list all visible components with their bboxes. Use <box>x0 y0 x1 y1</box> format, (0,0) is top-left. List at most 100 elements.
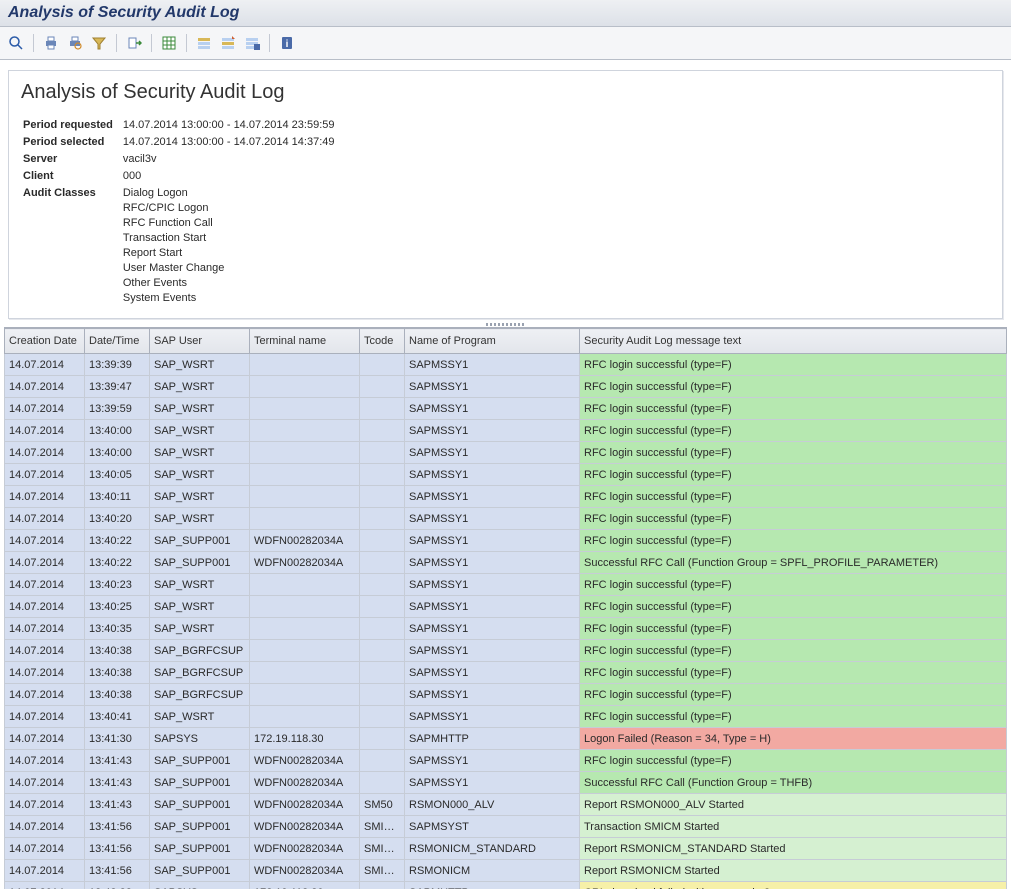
cell-program: SAPMSSY1 <box>405 486 580 508</box>
table-row[interactable]: 14.07.201413:40:00SAP_WSRTSAPMSSY1RFC lo… <box>5 442 1007 464</box>
cell-tcode <box>360 464 405 486</box>
cell-date: 14.07.2014 <box>5 684 85 706</box>
cell-message: RFC login successful (type=F) <box>580 486 1007 508</box>
cell-terminal <box>250 596 360 618</box>
info-icon[interactable]: i <box>277 33 297 53</box>
table-row[interactable]: 14.07.201413:40:23SAP_WSRTSAPMSSY1RFC lo… <box>5 574 1007 596</box>
svg-text:i: i <box>286 39 289 50</box>
audit-class-item: Transaction Start <box>123 231 335 246</box>
cell-date: 14.07.2014 <box>5 442 85 464</box>
table-row[interactable]: 14.07.201413:41:56SAP_SUPP001WDFN0028203… <box>5 838 1007 860</box>
cell-terminal <box>250 464 360 486</box>
cell-message: RFC login successful (type=F) <box>580 750 1007 772</box>
table-row[interactable]: 14.07.201413:40:00SAP_WSRTSAPMSSY1RFC lo… <box>5 420 1007 442</box>
col-message[interactable]: Security Audit Log message text <box>580 329 1007 354</box>
cell-program: SAPMSSY1 <box>405 684 580 706</box>
table-row[interactable]: 14.07.201413:40:22SAP_SUPP001WDFN0028203… <box>5 552 1007 574</box>
cell-date: 14.07.2014 <box>5 552 85 574</box>
search-icon[interactable] <box>6 33 26 53</box>
table-row[interactable]: 14.07.201413:42:22SAPSYS172.19.118.30SAP… <box>5 882 1007 889</box>
table-row[interactable]: 14.07.201413:41:56SAP_SUPP001WDFN0028203… <box>5 860 1007 882</box>
cell-terminal: WDFN00282034A <box>250 750 360 772</box>
table-row[interactable]: 14.07.201413:40:41SAP_WSRTSAPMSSY1RFC lo… <box>5 706 1007 728</box>
cell-date: 14.07.2014 <box>5 464 85 486</box>
cell-tcode: SM50 <box>360 794 405 816</box>
cell-tcode <box>360 376 405 398</box>
cell-date: 14.07.2014 <box>5 398 85 420</box>
cell-time: 13:41:56 <box>85 838 150 860</box>
cell-program: SAPMSSY1 <box>405 354 580 376</box>
table-row[interactable]: 14.07.201413:39:39SAP_WSRTSAPMSSY1RFC lo… <box>5 354 1007 376</box>
table-row[interactable]: 14.07.201413:40:38SAP_BGRFCSUPSAPMSSY1RF… <box>5 662 1007 684</box>
cell-program: SAPMSSY1 <box>405 442 580 464</box>
table-row[interactable]: 14.07.201413:41:56SAP_SUPP001WDFN0028203… <box>5 816 1007 838</box>
server-value: vacil3v <box>123 152 343 167</box>
table-row[interactable]: 14.07.201413:40:38SAP_BGRFCSUPSAPMSSY1RF… <box>5 640 1007 662</box>
table-row[interactable]: 14.07.201413:40:11SAP_WSRTSAPMSSY1RFC lo… <box>5 486 1007 508</box>
col-terminal[interactable]: Terminal name <box>250 329 360 354</box>
cell-tcode <box>360 420 405 442</box>
cell-message: RFC login successful (type=F) <box>580 618 1007 640</box>
toolbar-separator <box>116 34 117 52</box>
table-row[interactable]: 14.07.201413:40:22SAP_SUPP001WDFN0028203… <box>5 530 1007 552</box>
cell-message: Transaction SMICM Started <box>580 816 1007 838</box>
col-tcode[interactable]: Tcode <box>360 329 405 354</box>
toolbar: i <box>0 27 1011 60</box>
cell-message: RFC login successful (type=F) <box>580 508 1007 530</box>
cell-time: 13:40:22 <box>85 552 150 574</box>
grid-header-row: Creation Date Date/Time SAP User Termina… <box>5 329 1007 354</box>
cell-date: 14.07.2014 <box>5 860 85 882</box>
table-row[interactable]: 14.07.201413:41:30SAPSYS172.19.118.30SAP… <box>5 728 1007 750</box>
cell-date: 14.07.2014 <box>5 750 85 772</box>
table-row[interactable]: 14.07.201413:41:43SAP_SUPP001WDFN0028203… <box>5 794 1007 816</box>
table-row[interactable]: 14.07.201413:39:59SAP_WSRTSAPMSSY1RFC lo… <box>5 398 1007 420</box>
layout-save-icon[interactable] <box>242 33 262 53</box>
cell-message: RFC login successful (type=F) <box>580 684 1007 706</box>
cell-program: SAPMSSY1 <box>405 640 580 662</box>
cell-program: SAPMSSY1 <box>405 552 580 574</box>
layout-change-icon[interactable] <box>218 33 238 53</box>
table-row[interactable]: 14.07.201413:41:43SAP_SUPP001WDFN0028203… <box>5 750 1007 772</box>
filter-icon[interactable] <box>89 33 109 53</box>
cell-time: 13:40:00 <box>85 442 150 464</box>
table-row[interactable]: 14.07.201413:40:20SAP_WSRTSAPMSSY1RFC lo… <box>5 508 1007 530</box>
period-requested-value: 14.07.2014 13:00:00 - 14.07.2014 23:59:5… <box>123 118 343 133</box>
table-row[interactable]: 14.07.201413:40:38SAP_BGRFCSUPSAPMSSY1RF… <box>5 684 1007 706</box>
col-creation-date[interactable]: Creation Date <box>5 329 85 354</box>
cell-tcode <box>360 552 405 574</box>
report-meta: Period requested 14.07.2014 13:00:00 - 1… <box>21 116 345 308</box>
cell-terminal: WDFN00282034A <box>250 794 360 816</box>
cell-time: 13:41:43 <box>85 794 150 816</box>
cell-time: 13:40:22 <box>85 530 150 552</box>
cell-terminal <box>250 662 360 684</box>
col-date-time[interactable]: Date/Time <box>85 329 150 354</box>
cell-user: SAP_SUPP001 <box>150 530 250 552</box>
cell-tcode <box>360 750 405 772</box>
table-row[interactable]: 14.07.201413:40:35SAP_WSRTSAPMSSY1RFC lo… <box>5 618 1007 640</box>
spreadsheet-icon[interactable] <box>159 33 179 53</box>
cell-tcode <box>360 728 405 750</box>
cell-time: 13:40:23 <box>85 574 150 596</box>
cell-date: 14.07.2014 <box>5 882 85 889</box>
print-icon[interactable] <box>41 33 61 53</box>
table-row[interactable]: 14.07.201413:39:47SAP_WSRTSAPMSSY1RFC lo… <box>5 376 1007 398</box>
cell-program: SAPMSSY1 <box>405 508 580 530</box>
cell-program: SAPMSSY1 <box>405 420 580 442</box>
print-preview-icon[interactable] <box>65 33 85 53</box>
table-row[interactable]: 14.07.201413:41:43SAP_SUPP001WDFN0028203… <box>5 772 1007 794</box>
cell-time: 13:41:43 <box>85 772 150 794</box>
cell-tcode <box>360 662 405 684</box>
cell-date: 14.07.2014 <box>5 420 85 442</box>
layout-select-icon[interactable] <box>194 33 214 53</box>
col-program[interactable]: Name of Program <box>405 329 580 354</box>
cell-user: SAP_WSRT <box>150 354 250 376</box>
cell-user: SAP_SUPP001 <box>150 838 250 860</box>
cell-user: SAP_WSRT <box>150 420 250 442</box>
table-row[interactable]: 14.07.201413:40:05SAP_WSRTSAPMSSY1RFC lo… <box>5 464 1007 486</box>
table-row[interactable]: 14.07.201413:40:25SAP_WSRTSAPMSSY1RFC lo… <box>5 596 1007 618</box>
col-sap-user[interactable]: SAP User <box>150 329 250 354</box>
cell-tcode <box>360 596 405 618</box>
export-icon[interactable] <box>124 33 144 53</box>
audit-log-grid[interactable]: Creation Date Date/Time SAP User Termina… <box>4 327 1007 889</box>
cell-tcode <box>360 442 405 464</box>
